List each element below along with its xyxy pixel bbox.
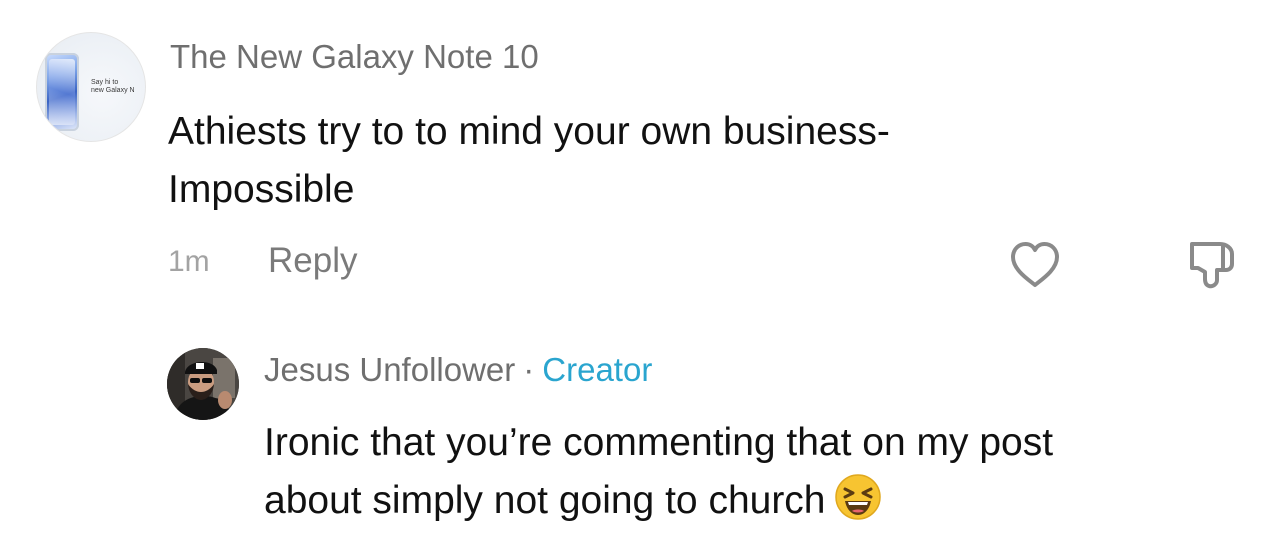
avatar[interactable]: Say hi to new Galaxy N (36, 32, 146, 142)
comment-username[interactable]: The New Galaxy Note 10 (170, 38, 539, 76)
comment-text-line: Athiests try to to mind your own busines… (168, 110, 890, 153)
avatar-tagline: Say hi to new Galaxy N (91, 79, 135, 94)
reply-text-line-2: about simply not going to church (264, 472, 1274, 530)
reply-text-line: about simply not going to church (264, 479, 826, 522)
comment-timestamp: 1m (168, 245, 210, 278)
comment-text-line: Impossible (168, 168, 355, 211)
creator-badge: Creator (542, 351, 653, 388)
heart-icon (1011, 242, 1059, 287)
avatar-photo (167, 348, 239, 420)
separator-dot: · (523, 351, 535, 388)
reply-text: Ironic that you’re commenting that on my… (264, 414, 1274, 530)
comment-text: Athiests try to to mind your own busines… (168, 103, 1128, 219)
like-button[interactable] (1008, 240, 1062, 290)
dislike-button[interactable] (1184, 236, 1240, 292)
creator-avatar[interactable] (167, 348, 239, 420)
thumbs-down-icon (1190, 242, 1234, 289)
reply-header: Jesus Unfollower · Creator (264, 351, 652, 389)
reply-button[interactable]: Reply (268, 241, 357, 281)
phone-graphic (45, 53, 79, 131)
reply-text-line: Ironic that you’re commenting that on my… (264, 421, 1054, 464)
grinning-squinting-face-icon (834, 474, 881, 520)
reply-username[interactable]: Jesus Unfollower (264, 351, 515, 388)
